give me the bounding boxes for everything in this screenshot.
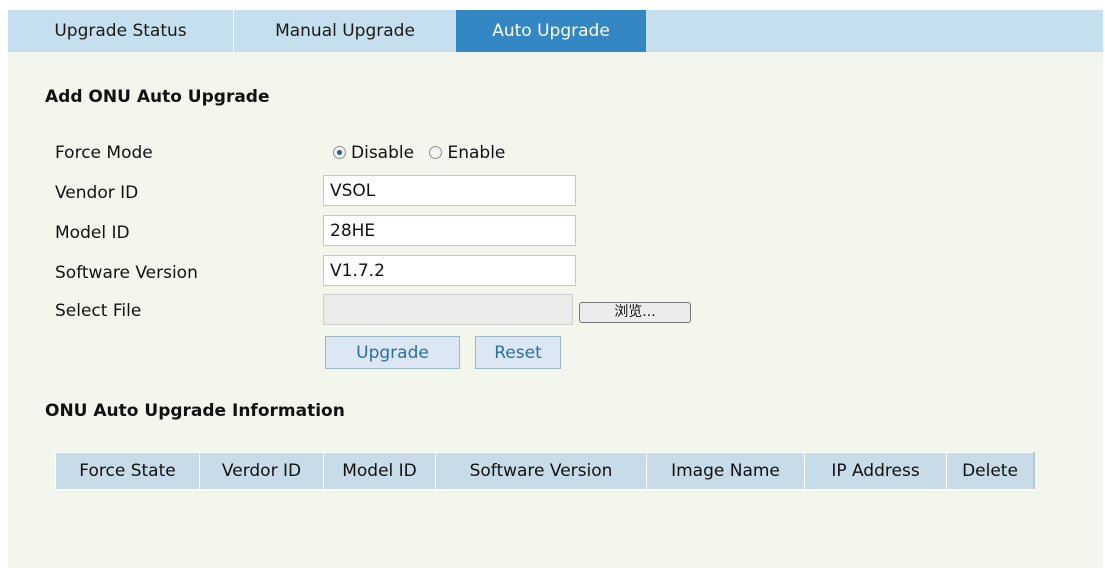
enable-label: Enable <box>447 143 506 163</box>
auto-upgrade-panel: Upgrade Status Manual Upgrade Auto Upgra… <box>8 10 1103 568</box>
vendor-id-label: Vendor ID <box>55 183 139 203</box>
auto-upgrade-info-table: Force State Verdor ID Model ID Software … <box>55 452 1035 491</box>
column-force-state: Force State <box>55 452 200 491</box>
vendor-id-input[interactable] <box>323 175 576 206</box>
column-model-id: Model ID <box>323 452 436 491</box>
force-mode-label: Force Mode <box>55 143 153 163</box>
table-header-row: Force State Verdor ID Model ID Software … <box>55 452 1035 491</box>
add-section-title: Add ONU Auto Upgrade <box>45 87 270 107</box>
disable-label: Disable <box>351 143 415 163</box>
tab-upgrade-status[interactable]: Upgrade Status <box>8 10 234 52</box>
tab-auto-upgrade[interactable]: Auto Upgrade <box>456 10 646 52</box>
column-software-version: Software Version <box>435 452 647 491</box>
force-mode-disable-option[interactable]: Disable <box>333 143 414 163</box>
tab-manual-upgrade[interactable]: Manual Upgrade <box>234 10 456 52</box>
column-vendor-id: Verdor ID <box>199 452 324 491</box>
force-mode-enable-option[interactable]: Enable <box>429 143 505 163</box>
tab-bar: Upgrade Status Manual Upgrade Auto Upgra… <box>8 10 1103 52</box>
select-file-label: Select File <box>55 301 142 321</box>
column-image-name: Image Name <box>646 452 805 491</box>
column-ip-address: IP Address <box>804 452 947 491</box>
disable-radio[interactable] <box>333 146 346 159</box>
force-mode-radio-group: Disable Enable <box>333 143 505 163</box>
model-id-label: Model ID <box>55 223 130 243</box>
file-path-field[interactable] <box>323 294 573 325</box>
software-version-input[interactable] <box>323 255 576 286</box>
info-section-title: ONU Auto Upgrade Information <box>45 401 345 421</box>
software-version-label: Software Version <box>55 263 198 283</box>
browse-button[interactable]: 浏览... <box>579 302 691 323</box>
column-delete: Delete <box>946 452 1035 491</box>
upgrade-button[interactable]: Upgrade <box>325 336 460 369</box>
reset-button[interactable]: Reset <box>475 336 561 369</box>
model-id-input[interactable] <box>323 215 576 246</box>
enable-radio[interactable] <box>429 146 443 159</box>
